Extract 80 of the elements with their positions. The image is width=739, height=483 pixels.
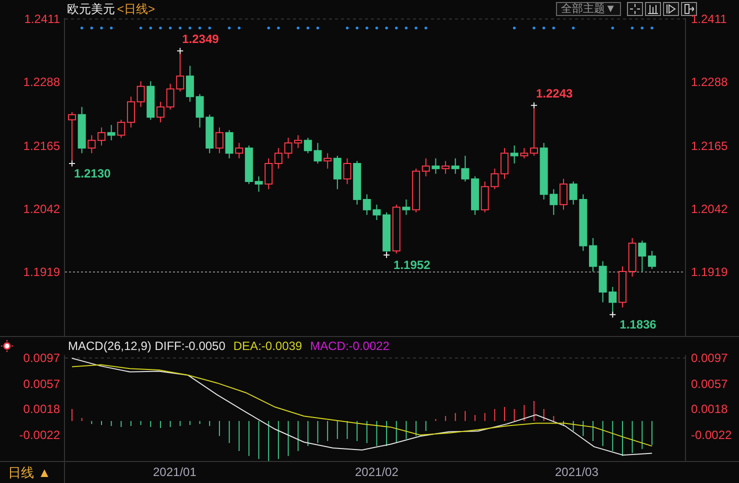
candlestick	[579, 194, 588, 252]
candlestick	[569, 180, 578, 206]
axis-tick-label: 1.2042	[691, 202, 728, 216]
axis-tick-label: 0.0097	[691, 350, 728, 365]
price-extreme-label: 1.2130	[74, 166, 111, 180]
candlestick	[107, 124, 116, 141]
axis-tick-label: -0.0022	[19, 428, 60, 442]
candlestick	[628, 238, 636, 278]
chart-button[interactable]	[645, 2, 661, 16]
axis-tick-label: -0.0022	[691, 428, 732, 442]
axis-tick-label: 1.2288	[691, 75, 728, 90]
candlestick	[196, 94, 204, 128]
candlestick	[550, 188, 558, 216]
axis-tick-label: 0.0018	[23, 402, 60, 416]
play-icon	[666, 4, 676, 14]
candlestick	[166, 83, 174, 110]
candlestick	[88, 134, 96, 154]
axis-tick-label: 1.2165	[23, 138, 60, 152]
candlestick	[402, 198, 410, 216]
candlestick	[225, 130, 234, 159]
instrument-title: 欧元美元	[67, 0, 115, 18]
date-axis-label: 2021/02	[355, 465, 398, 479]
candlestick	[540, 142, 548, 200]
candlestick	[314, 142, 322, 164]
candlestick	[442, 160, 450, 174]
candlestick	[520, 148, 528, 159]
date-axis-label: 2021/01	[153, 465, 196, 479]
candlestick	[560, 178, 568, 210]
candlestick	[589, 238, 597, 272]
axis-tick-label: 0.0097	[23, 350, 60, 365]
bar-chart-icon	[648, 4, 658, 14]
axis-tick-label: 1.2411	[691, 12, 727, 26]
candlestick	[284, 137, 292, 159]
extreme-marker-icon	[383, 252, 390, 259]
axis-tick-label: 1.2165	[691, 138, 728, 152]
candlestick	[343, 158, 352, 185]
date-axis-label: 2021/03	[555, 465, 598, 479]
price-extreme-label: 1.1952	[394, 258, 430, 272]
price-extreme-label: 1.1836	[620, 318, 656, 332]
crosshair-icon	[630, 4, 640, 14]
candlestick	[186, 65, 194, 102]
candlestick	[304, 137, 312, 154]
candlestick	[451, 158, 460, 174]
candlestick	[432, 158, 440, 174]
extreme-marker-icon	[68, 160, 76, 167]
candlestick	[598, 260, 607, 303]
exit-icon	[684, 4, 694, 14]
crosshair-button[interactable]	[627, 2, 643, 16]
price-extreme-label: 1.2349	[182, 32, 219, 46]
axis-tick-label: 0.0057	[691, 376, 728, 391]
candlestick	[392, 204, 400, 254]
candlestick	[480, 180, 489, 213]
theme-dropdown[interactable]: 全部主题▼	[556, 2, 621, 16]
extreme-marker-icon	[609, 311, 616, 318]
macd-legend-text: MACD:-0.0022	[310, 339, 390, 353]
indicator-dot-icon	[1, 340, 13, 352]
price-extreme-label: 1.2243	[536, 86, 573, 100]
extreme-marker-icon	[530, 102, 538, 109]
axis-tick-label: 1.2042	[23, 202, 60, 216]
candlestick	[461, 155, 470, 182]
axis-tick-label: 0.0057	[23, 376, 60, 391]
axis-tick-label: 1.2411	[24, 12, 60, 26]
candlestick	[98, 127, 106, 146]
candlestick	[254, 176, 263, 192]
exit-button[interactable]	[681, 2, 697, 16]
macd-legend-text: MACD(26,12,9) DIFF:-0.0050	[68, 339, 226, 353]
axis-tick-label: 1.1919	[23, 265, 60, 279]
macd-legend-text: DEA:-0.0039	[233, 339, 302, 353]
candlestick	[372, 204, 381, 221]
candlestick	[136, 80, 145, 108]
axis-tick-label: 1.2288	[23, 75, 60, 90]
candlestick	[471, 176, 480, 216]
period-label: <日线>	[117, 0, 156, 18]
axis-tick-label: 1.1919	[691, 265, 728, 279]
extreme-marker-icon	[176, 47, 184, 54]
axis-tick-label: 0.0018	[691, 402, 728, 416]
candlestick	[490, 168, 499, 190]
candlestick	[78, 106, 86, 154]
play-button[interactable]	[663, 2, 679, 16]
candlestick	[294, 134, 302, 149]
